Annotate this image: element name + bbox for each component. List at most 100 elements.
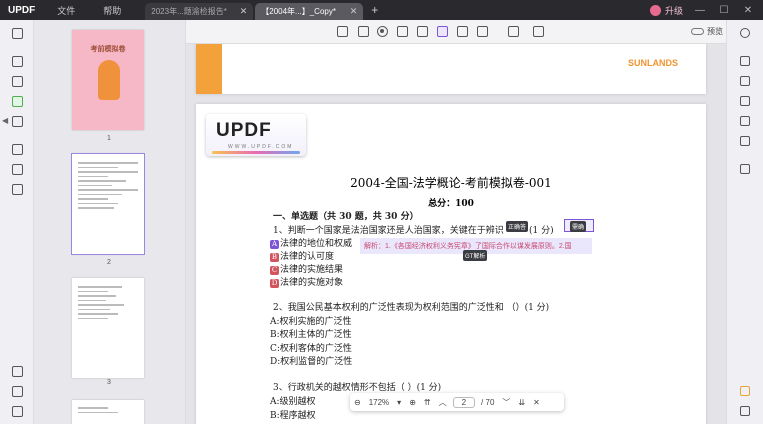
- document-viewer: SUNLANDS UPDF WWW.UPDF.COM 2004-全国-法学概论-…: [186, 44, 726, 424]
- bookmark-icon[interactable]: [12, 386, 23, 397]
- q3-option-a: A:级别越权: [270, 397, 316, 407]
- option-b-text: 法律的认可度: [280, 252, 335, 262]
- toggle-icon: [691, 28, 704, 35]
- q2-option-b: B:权利主体的广泛性: [270, 330, 352, 340]
- tab-document-2[interactable]: 【2004年...】_Copy* ✕: [255, 3, 364, 20]
- ai-assistant-icon[interactable]: [740, 386, 750, 396]
- option-b[interactable]: B 法律的认可度: [270, 249, 334, 262]
- organize-icon[interactable]: [12, 184, 23, 195]
- text-field-icon[interactable]: [337, 26, 348, 37]
- preview-toggle[interactable]: 预览: [691, 26, 723, 37]
- menu-help[interactable]: 帮助: [89, 4, 135, 17]
- close-icon[interactable]: ✕: [350, 6, 358, 17]
- cover-title: 考前模拟卷: [90, 46, 126, 53]
- ocr-icon[interactable]: [12, 144, 23, 155]
- title-bar: UPDF 文件 帮助 2023年...题渝检报告* ✕ 【2004年...】_C…: [0, 0, 763, 20]
- tab-label: 【2004年...】_Copy*: [261, 7, 336, 16]
- comment-icon[interactable]: [12, 56, 23, 67]
- last-page-icon[interactable]: ⇊: [514, 398, 529, 407]
- zoom-dropdown-icon[interactable]: ▾: [393, 398, 405, 407]
- updf-logo: UPDF WWW.UPDF.COM: [206, 114, 306, 156]
- question-1: 1、判断一个国家是法治国家还是人治国家，关键在于辨识: [273, 226, 504, 236]
- left-sidebar: ◀: [0, 20, 34, 424]
- collapse-icon[interactable]: ◀: [2, 116, 8, 125]
- page-number-1: 1: [107, 135, 111, 142]
- tab-document-1[interactable]: 2023年...题渝检报告* ✕: [145, 3, 254, 20]
- question-3: 3、行政机关的越权情形不包括（ ）(1 分): [273, 383, 442, 393]
- thumbnail-page-3[interactable]: [72, 278, 144, 378]
- option-c-text: 法律的实施结果: [280, 265, 344, 275]
- banner-stripe: [196, 44, 222, 94]
- date-field-icon[interactable]: [477, 26, 488, 37]
- protect-icon[interactable]: [740, 96, 750, 106]
- convert-icon[interactable]: [12, 164, 23, 175]
- minimize-button[interactable]: —: [693, 5, 707, 16]
- new-tab-button[interactable]: +: [371, 3, 378, 17]
- checkbox-icon[interactable]: [358, 26, 369, 37]
- chat-icon[interactable]: [740, 406, 750, 416]
- button-field-icon[interactable]: [437, 26, 448, 37]
- menu-file[interactable]: 文件: [43, 4, 89, 17]
- page-number-2: 2: [107, 259, 111, 266]
- radio-button-icon[interactable]: [377, 26, 388, 37]
- zoom-level[interactable]: 172%: [365, 398, 393, 407]
- ocr-panel-icon[interactable]: [740, 56, 750, 66]
- signature-field-icon[interactable]: [457, 26, 468, 37]
- page-total: / 70: [481, 397, 495, 407]
- page-tools-icon[interactable]: [12, 116, 23, 127]
- doc-total: 总分：100: [428, 199, 474, 209]
- option-d-marker: D: [270, 279, 279, 288]
- previous-page-icon[interactable]: ︿: [435, 397, 451, 408]
- option-a[interactable]: A 法律的地位和权威: [270, 236, 352, 249]
- close-window-button[interactable]: ✕: [741, 5, 755, 16]
- list-box-icon[interactable]: [397, 26, 408, 37]
- dropdown-icon[interactable]: [417, 26, 428, 37]
- question-2: 2、我国公民基本权利的广泛性表现为权利范围的广泛性和 （）(1 分): [273, 303, 550, 313]
- current-page: 2: [461, 397, 467, 407]
- zoom-in-icon[interactable]: ⊕: [405, 398, 420, 407]
- section-heading: 一、单选题（共 30 题，共 30 分）: [273, 212, 419, 222]
- page-input[interactable]: 2: [452, 396, 476, 408]
- option-d[interactable]: D 法律的实施对象: [270, 275, 343, 288]
- thumbnail-page-1[interactable]: 考前模拟卷: [72, 30, 144, 130]
- option-c-marker: C: [270, 266, 279, 275]
- q2-option-a: A:权利实施的广泛性: [270, 317, 352, 327]
- close-icon[interactable]: ✕: [529, 398, 544, 407]
- email-icon[interactable]: [740, 136, 750, 146]
- more-tools-icon[interactable]: [533, 26, 544, 37]
- upgrade-button[interactable]: 升级: [649, 4, 683, 17]
- explanation-tag: GT解析: [463, 250, 488, 261]
- q2-option-c: C:权利客体的广泛性: [270, 344, 352, 354]
- option-a-marker: A: [270, 240, 279, 249]
- correct-answer-tag[interactable]: 正确答: [506, 221, 529, 232]
- attachment-icon[interactable]: [12, 406, 23, 417]
- reader-icon[interactable]: [12, 28, 23, 39]
- logo-text: UPDF: [216, 120, 272, 141]
- app-logo: UPDF: [8, 4, 36, 16]
- zoom-out-icon[interactable]: ⊖: [350, 398, 365, 407]
- search-icon[interactable]: [740, 28, 750, 38]
- share-icon[interactable]: [740, 116, 750, 126]
- upgrade-label: 升级: [664, 5, 683, 16]
- convert-panel-icon[interactable]: [740, 76, 750, 86]
- tab-label: 2023年...题渝检报告*: [151, 7, 227, 16]
- align-icon[interactable]: [508, 26, 519, 37]
- q3-option-b: B:程序越权: [270, 411, 316, 421]
- q2-option-d: D:权利监督的广泛性: [270, 357, 353, 367]
- thumbnail-page-2[interactable]: [71, 153, 145, 255]
- maximize-button[interactable]: ☐: [717, 5, 731, 16]
- layers-icon[interactable]: [12, 366, 23, 377]
- next-page-icon[interactable]: ﹀: [498, 397, 514, 408]
- thumbnail-page-4[interactable]: [72, 400, 144, 424]
- page-number-3: 3: [107, 379, 111, 386]
- cover-figure: [98, 60, 120, 100]
- form-icon[interactable]: [12, 96, 23, 107]
- option-c[interactable]: C 法律的实施结果: [270, 262, 343, 275]
- logo-bar: [212, 151, 300, 154]
- close-icon[interactable]: ✕: [240, 6, 248, 17]
- first-page-icon[interactable]: ⇈: [420, 398, 435, 407]
- page-navigation-bar: ⊖ 172% ▾ ⊕ ⇈ ︿ 2 / 70 ﹀ ⇊ ✕: [350, 393, 564, 411]
- right-sidebar: [726, 20, 763, 424]
- edit-icon[interactable]: [12, 76, 23, 87]
- save-icon[interactable]: [740, 164, 750, 174]
